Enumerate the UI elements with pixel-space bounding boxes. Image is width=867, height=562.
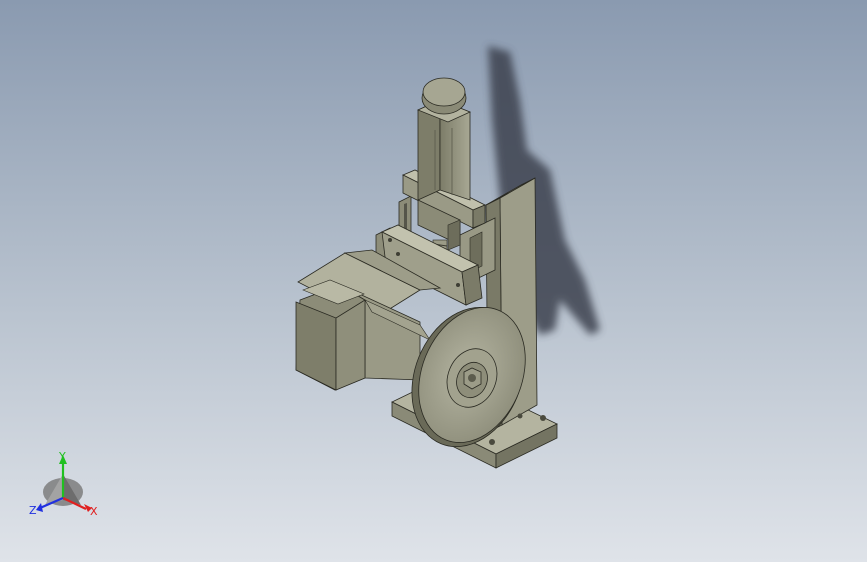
stepper-motor[interactable] (416, 77, 472, 201)
cad-viewport[interactable]: Y Z X (0, 0, 867, 562)
z-arrowhead-icon (36, 503, 43, 512)
triad-x-label: X (90, 505, 98, 518)
bolt-hole-icon (540, 415, 546, 421)
screw-icon (517, 413, 523, 419)
screw-icon (388, 238, 392, 242)
view-orientation-triad[interactable] (36, 455, 92, 512)
triad-y-label: Y (59, 450, 66, 463)
screw-icon (396, 252, 400, 256)
triad-z-label: Z (29, 504, 37, 517)
bolt-hole-icon (489, 439, 495, 445)
cutting-machine-model[interactable] (0, 0, 867, 562)
screw-icon (456, 283, 460, 287)
